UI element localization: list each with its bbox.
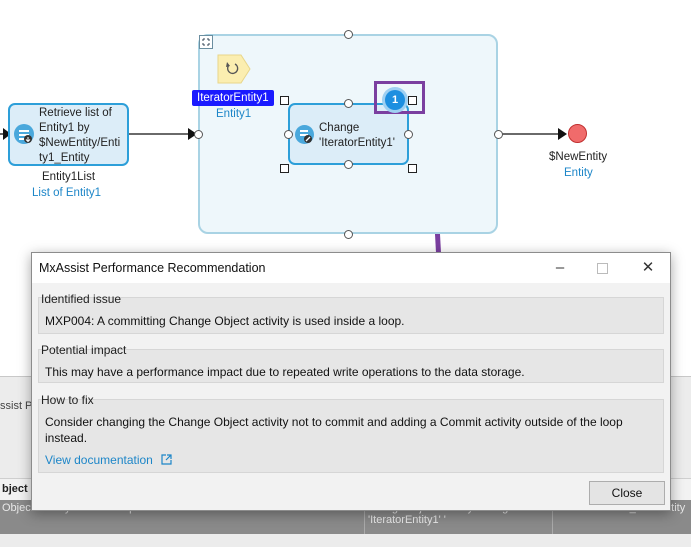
potential-impact-text: This may have a performance impact due t… (45, 365, 525, 379)
iterator-label[interactable]: IteratorEntity1 (192, 90, 274, 106)
iterator-icon (217, 53, 251, 88)
change-top-handle[interactable] (344, 99, 353, 108)
retrieve-output-name: Entity1List (42, 171, 96, 183)
column-header[interactable]: bject i (2, 483, 34, 495)
selection-handle-bottom-left[interactable] (280, 164, 289, 173)
view-documentation-link[interactable]: View documentation (45, 453, 172, 467)
loop-top-handle[interactable] (344, 30, 353, 39)
change-bottom-handle[interactable] (344, 160, 353, 169)
loop-icon (199, 35, 213, 49)
close-window-button[interactable]: ✕ (628, 255, 668, 281)
identified-issue-text: MXP004: A committing Change Object activ… (45, 314, 405, 328)
dialog-titlebar[interactable]: MxAssist Performance Recommendation – ✕ (32, 253, 670, 283)
change-left-handle[interactable] (284, 130, 293, 139)
dialog-title: MxAssist Performance Recommendation (39, 261, 266, 275)
performance-recommendation-dialog: MxAssist Performance Recommendation – ✕ … (31, 252, 671, 511)
loop-right-handle[interactable] (494, 130, 503, 139)
loop-left-handle[interactable] (194, 130, 203, 139)
end-event-type[interactable]: Entity (564, 167, 593, 179)
retrieve-output-type[interactable]: List of Entity1 (32, 187, 101, 199)
retrieve-activity-label: Retrieve list of Entity1 by $NewEntity/E… (39, 107, 121, 164)
retrieve-activity[interactable]: Retrieve list of Entity1 by $NewEntity/E… (8, 103, 129, 166)
mxassist-badge[interactable]: 1 (385, 90, 405, 110)
minimize-icon: – (555, 259, 565, 276)
end-event-name: $NewEntity (549, 151, 608, 163)
selection-handle-top-left[interactable] (280, 96, 289, 105)
iterator-type[interactable]: Entity1 (216, 108, 251, 120)
end-event[interactable] (568, 124, 587, 143)
how-to-fix-text: Consider changing the Change Object acti… (45, 415, 623, 445)
close-button[interactable]: Close (589, 481, 665, 505)
maximize-icon (596, 262, 608, 274)
minimize-button[interactable]: – (540, 255, 580, 281)
external-link-icon (161, 453, 172, 467)
change-activity-label: Change 'IteratorEntity1' (319, 122, 395, 149)
close-icon: ✕ (641, 259, 655, 276)
selection-handle-bottom-right[interactable] (408, 164, 417, 173)
identified-issue-heading: Identified issue (41, 292, 122, 306)
change-right-handle[interactable] (404, 130, 413, 139)
retrieve-icon (14, 124, 34, 144)
loop-bottom-handle[interactable] (344, 230, 353, 239)
how-to-fix-heading: How to fix (41, 393, 94, 407)
change-object-icon (295, 125, 314, 144)
potential-impact-heading: Potential impact (41, 343, 127, 357)
maximize-button[interactable] (582, 255, 622, 281)
